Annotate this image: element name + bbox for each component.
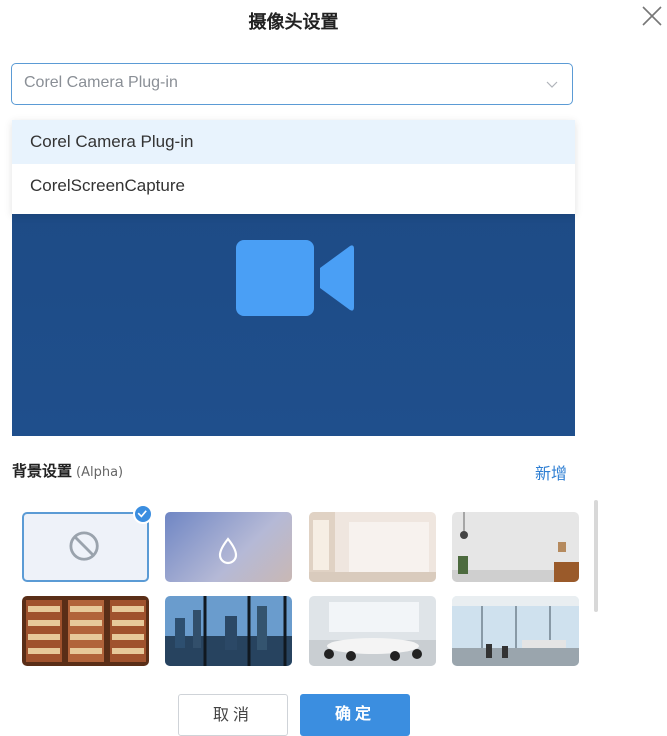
background-city-skyline[interactable] [165, 596, 292, 666]
no-background-icon [69, 531, 99, 561]
background-office-window[interactable] [452, 596, 579, 666]
background-label-text: 背景设置 [12, 462, 73, 480]
background-none[interactable] [22, 512, 149, 582]
dialog-title: 摄像头设置 [248, 12, 339, 33]
meeting-room-image [309, 596, 436, 666]
camera-select-value: Corel Camera Plug-in [24, 74, 178, 91]
bookshelf-image [22, 596, 149, 666]
office-window-image [452, 596, 579, 666]
blur-drop-icon [218, 537, 238, 565]
white-room-image [309, 512, 436, 582]
city-skyline-image [165, 596, 292, 666]
add-background-link[interactable]: 新增 [535, 460, 567, 484]
selected-check-icon [133, 504, 153, 524]
camera-select[interactable]: Corel Camera Plug-in [11, 63, 573, 105]
background-settings-label: 背景设置 (Alpha) [12, 460, 123, 481]
background-blur[interactable] [165, 512, 292, 582]
background-grid [22, 512, 582, 672]
camera-option-corel-screen-capture[interactable]: CorelScreenCapture [12, 164, 575, 208]
background-gray-wall-room[interactable] [452, 512, 579, 582]
background-meeting-room[interactable] [309, 596, 436, 666]
gray-wall-room-image [452, 512, 579, 582]
background-white-room[interactable] [309, 512, 436, 582]
cancel-button[interactable]: 取消 [178, 694, 288, 736]
camera-preview [12, 208, 575, 436]
confirm-button[interactable]: 确定 [300, 694, 410, 736]
background-bookshelf[interactable] [22, 596, 149, 666]
video-camera-icon [236, 240, 354, 316]
alpha-tag: (Alpha) [76, 465, 124, 480]
camera-dropdown: Corel Camera Plug-in CorelScreenCapture [12, 120, 575, 214]
camera-option-corel-camera[interactable]: Corel Camera Plug-in [12, 120, 575, 164]
chevron-down-icon [546, 81, 558, 88]
background-scrollbar[interactable] [594, 500, 598, 612]
close-icon[interactable] [640, 4, 664, 28]
